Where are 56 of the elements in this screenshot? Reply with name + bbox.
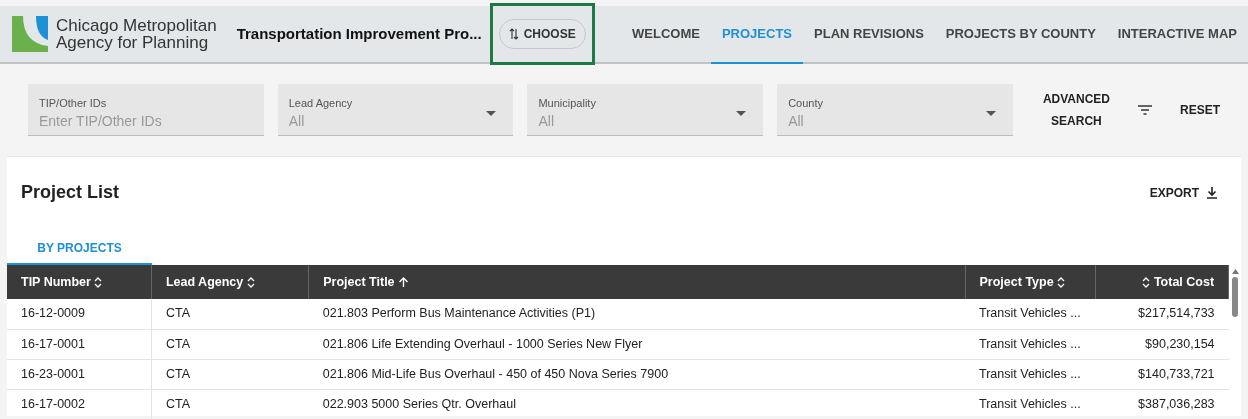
column-header[interactable]: Total Cost xyxy=(1095,265,1229,299)
nav-tab[interactable]: WELCOME xyxy=(621,6,711,64)
field-label: TIP/Other IDs xyxy=(39,95,108,111)
advanced-search-button[interactable]: ADVANCED SEARCH xyxy=(1042,88,1110,132)
table-cell: $140,733,721 xyxy=(1095,359,1229,389)
field-value: All xyxy=(538,112,555,132)
column-header[interactable]: Project Title xyxy=(308,265,966,299)
dropdown-arrow-icon xyxy=(736,111,747,116)
table-cell: 16-17-0001 xyxy=(7,329,152,359)
swap-icon xyxy=(508,28,519,40)
table-cell: Transit Vehicles ... xyxy=(965,299,1095,329)
table-cell: 16-23-0001 xyxy=(7,359,152,389)
select-field[interactable]: Municipality All xyxy=(527,84,764,136)
table-cell: $387,036,283 xyxy=(1095,389,1229,419)
table-cell: Transit Vehicles ... xyxy=(965,359,1095,389)
table-cell: CTA xyxy=(151,299,309,329)
field-value: All xyxy=(288,112,306,132)
nav-tab[interactable]: PROJECTS BY COUNTY xyxy=(934,6,1107,64)
text-field[interactable]: TIP/Other IDs Enter TIP/Other IDs xyxy=(28,84,264,136)
table-cell: 021.803 Perform Bus Maintenance Activities (P1) xyxy=(308,299,966,329)
table-cell: $217,514,733 xyxy=(1095,299,1229,329)
dropdown-arrow-icon xyxy=(486,111,497,116)
app-title: Transportation Improvement Pro... xyxy=(236,23,482,44)
field-label: County xyxy=(788,95,823,111)
download-icon xyxy=(1207,186,1217,199)
dropdown-arrow-icon xyxy=(985,111,996,116)
table-cell: CTA xyxy=(151,359,309,389)
reset-button[interactable]: RESET xyxy=(1180,101,1220,119)
table-cell: Transit Vehicles ... xyxy=(965,329,1095,359)
logo-icon xyxy=(12,16,48,52)
scroll-up-icon[interactable] xyxy=(1231,269,1239,274)
section-title: Project List xyxy=(21,181,120,204)
table-cell: 16-12-0009 xyxy=(7,299,152,329)
table-cell: 16-17-0002 xyxy=(7,389,152,419)
field-label: Municipality xyxy=(538,95,596,111)
table-cell: 022.903 5000 Series Qtr. Overhaul xyxy=(308,389,966,419)
column-header[interactable]: Lead Agency xyxy=(151,265,309,299)
logo-text: Chicago Metropolitan xyxy=(56,17,217,34)
nav-tab[interactable]: INTERACTIVE MAP xyxy=(1106,6,1248,64)
select-field[interactable]: County All xyxy=(777,84,1013,136)
column-header[interactable]: Project Type xyxy=(965,265,1095,299)
table-cell: CTA xyxy=(151,329,309,359)
field-label: Lead Agency xyxy=(288,95,353,111)
filter-icon[interactable] xyxy=(1138,105,1152,115)
input-field[interactable]: Enter TIP/Other IDs xyxy=(39,111,239,133)
select-field[interactable]: Lead Agency All xyxy=(277,84,514,136)
table-cell: 021.806 Mid-Life Bus Overhaul - 450 of 450 Nova Series 7900 xyxy=(308,359,966,389)
column-header[interactable]: TIP Number xyxy=(7,265,152,299)
logo-text: Agency for Planning xyxy=(56,34,209,51)
table-cell: CTA xyxy=(151,389,309,419)
nav-tab[interactable]: PLAN REVISIONS xyxy=(803,6,935,64)
export-button[interactable]: EXPORT xyxy=(1149,183,1217,202)
table-cell: 021.806 Life Extending Overhaul - 1000 Series New Flyer xyxy=(308,329,966,359)
field-value: All xyxy=(788,112,805,132)
table-cell: Transit Vehicles ... xyxy=(965,389,1095,419)
table-cell: $90,230,154 xyxy=(1095,329,1229,359)
